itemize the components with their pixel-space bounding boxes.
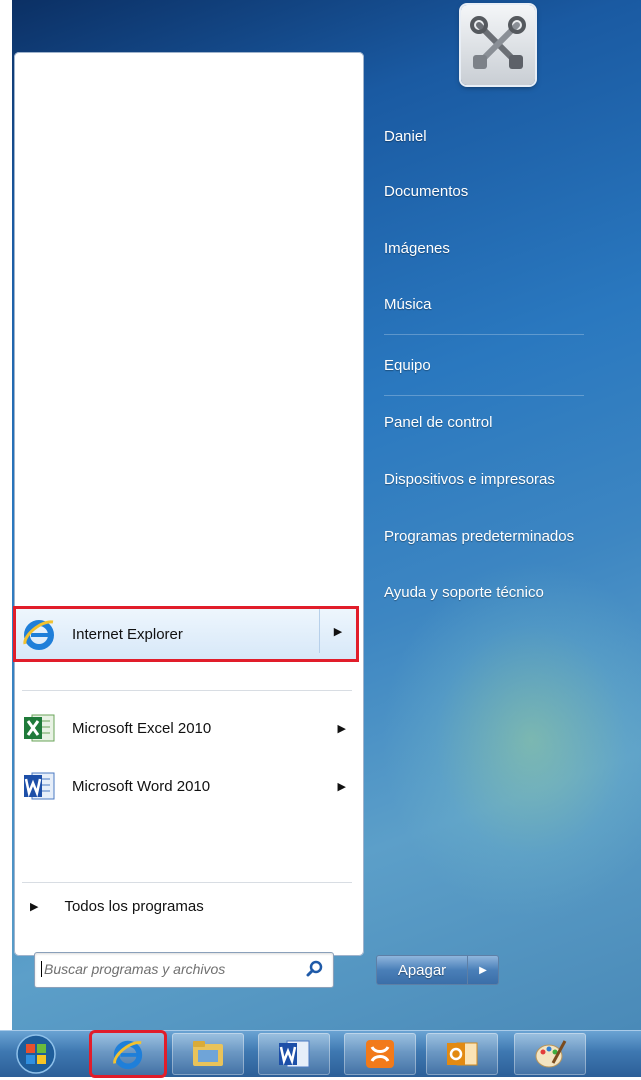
menu-background-glow	[381, 560, 641, 920]
tools-icon	[470, 16, 526, 69]
right-item-musica[interactable]: Música	[384, 296, 432, 313]
word-icon	[279, 1040, 310, 1068]
taskbar-internet-explorer[interactable]	[92, 1033, 164, 1075]
taskbar-paint[interactable]	[514, 1033, 586, 1075]
right-item-panel-de-control[interactable]: Panel de control	[384, 414, 492, 431]
left-pane	[14, 52, 364, 956]
xampp-icon	[366, 1040, 394, 1068]
word-icon	[20, 767, 58, 805]
search-input[interactable]: Buscar programas y archivos	[41, 961, 225, 977]
taskbar	[0, 1030, 641, 1077]
internet-explorer-icon	[20, 615, 58, 653]
right-item-dispositivos[interactable]: Dispositivos e impresoras	[384, 471, 555, 488]
right-item-imagenes[interactable]: Imágenes	[384, 240, 450, 257]
internet-explorer-icon	[113, 1040, 143, 1070]
search-icon[interactable]	[305, 959, 325, 984]
taskbar-word[interactable]	[258, 1033, 330, 1075]
left-separator	[22, 690, 352, 691]
program-label: Microsoft Excel 2010	[72, 719, 212, 737]
shutdown-control: Apagar ▶	[376, 955, 499, 985]
taskbar-file-explorer[interactable]	[172, 1033, 244, 1075]
triangle-right-icon: ▶	[30, 901, 39, 913]
right-item-documentos[interactable]: Documentos	[384, 183, 468, 200]
taskbar-outlook[interactable]	[426, 1033, 498, 1075]
all-programs[interactable]: ▶ Todos los programas	[30, 898, 204, 915]
submenu-arrow-icon[interactable]: ▶	[338, 764, 346, 808]
user-picture[interactable]	[461, 5, 535, 85]
program-label: Internet Explorer	[72, 625, 183, 643]
program-excel[interactable]: Microsoft Excel 2010 ▶	[16, 706, 362, 750]
right-item-equipo[interactable]: Equipo	[384, 357, 431, 374]
right-separator	[384, 334, 584, 335]
taskbar-xampp[interactable]	[344, 1033, 416, 1075]
outlook-icon	[447, 1042, 478, 1066]
right-item-programas-predeterminados[interactable]: Programas predeterminados	[384, 528, 574, 545]
start-menu: Daniel Documentos Imágenes Música Equipo…	[0, 0, 641, 1030]
shutdown-options-arrow-icon[interactable]: ▶	[468, 955, 499, 985]
file-explorer-icon	[193, 1041, 223, 1066]
submenu-arrow-icon[interactable]: ▶	[319, 609, 356, 653]
all-programs-label: Todos los programas	[64, 898, 204, 915]
program-label: Microsoft Word 2010	[72, 777, 211, 795]
start-orb-icon[interactable]	[12, 1033, 60, 1075]
program-word[interactable]: Microsoft Word 2010 ▶	[16, 764, 362, 808]
submenu-arrow-icon[interactable]: ▶	[338, 706, 346, 750]
right-item-daniel[interactable]: Daniel	[384, 128, 427, 145]
left-separator	[22, 882, 352, 883]
shutdown-button[interactable]: Apagar	[376, 955, 468, 985]
right-item-ayuda[interactable]: Ayuda y soporte técnico	[384, 584, 544, 601]
paint-icon	[535, 1040, 567, 1068]
excel-icon	[20, 709, 58, 747]
program-internet-explorer[interactable]: Internet Explorer ▶	[13, 606, 359, 662]
right-separator	[384, 395, 584, 396]
search-box[interactable]: Buscar programas y archivos	[34, 952, 334, 988]
